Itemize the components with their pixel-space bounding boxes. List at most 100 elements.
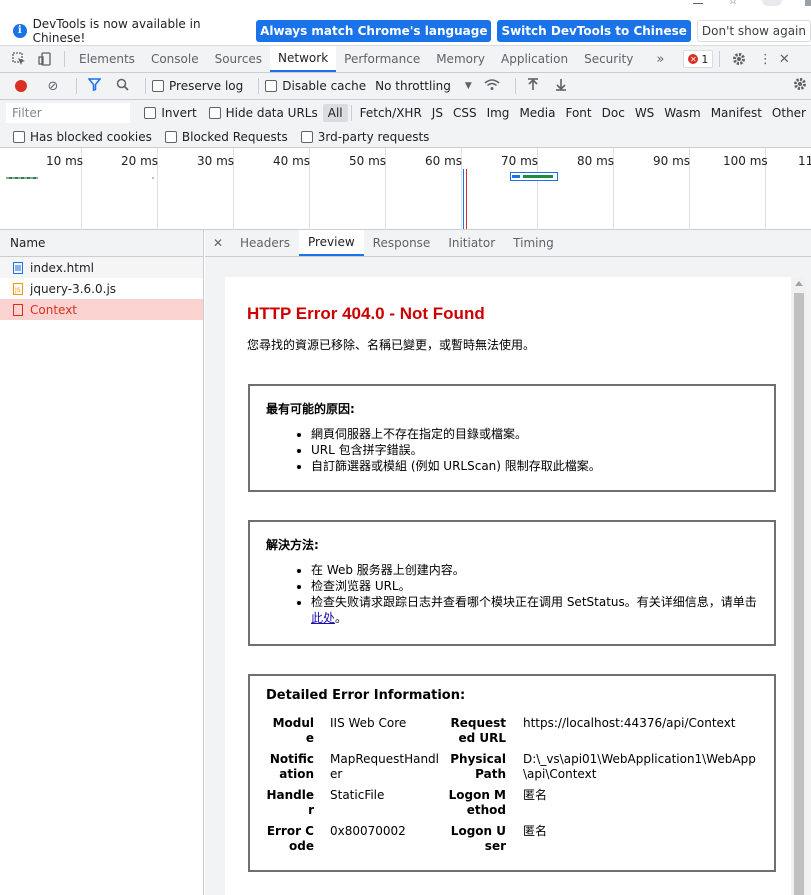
type-filter-doc[interactable]: Doc [597, 104, 630, 122]
detail-key-notification: Notification [269, 752, 314, 781]
type-filter-img[interactable]: Img [482, 104, 515, 122]
type-filter-all[interactable]: All [322, 104, 348, 122]
checkbox-box[interactable] [265, 80, 278, 92]
request-row-selected[interactable]: Context [0, 299, 203, 320]
settings-gear-icon[interactable] [726, 46, 752, 72]
import-har-icon[interactable] [522, 77, 544, 95]
type-filter-other[interactable]: Other [767, 104, 811, 122]
profile-icon[interactable] [762, 0, 782, 6]
error-count-badge[interactable]: ✕ 1 [683, 50, 714, 68]
tab-console[interactable]: Console [143, 46, 207, 72]
request-bar [510, 172, 558, 181]
menu-icon[interactable] [805, 0, 811, 6]
svg-text:JS: JS [14, 287, 21, 294]
type-filter-font[interactable]: Font [560, 104, 596, 122]
detail-value-physical-path: D:\_vs\api01\WebApplication1\WebApp\api\… [523, 752, 756, 781]
open-icon[interactable] [693, 0, 703, 4]
dont-show-again-button[interactable]: Don't show again [696, 19, 811, 42]
star-icon[interactable]: ☆ [728, 0, 738, 7]
request-name: Context [30, 302, 78, 317]
tab-performance[interactable]: Performance [336, 46, 428, 72]
tab-elements[interactable]: Elements [71, 46, 143, 72]
tab-preview[interactable]: Preview [298, 230, 364, 256]
preserve-log-checkbox[interactable]: Preserve log [152, 79, 243, 93]
filter-icon[interactable] [83, 77, 105, 95]
tab-initiator[interactable]: Initiator [439, 230, 504, 256]
more-tabs-icon[interactable]: » [647, 46, 673, 72]
request-row[interactable]: index.html [0, 257, 203, 278]
tick-label: 30 ms [197, 154, 235, 168]
tab-sources[interactable]: Sources [207, 46, 270, 72]
clear-icon[interactable]: ⊘ [42, 79, 64, 94]
scroll-up-arrow-icon[interactable] [795, 281, 803, 286]
type-filter-ws[interactable]: WS [630, 104, 659, 122]
type-filter-media[interactable]: Media [514, 104, 560, 122]
scrollbar-thumb[interactable] [794, 293, 804, 895]
network-settings-icon[interactable] [789, 77, 811, 95]
request-name: jquery-3.6.0.js [30, 281, 117, 296]
network-overview[interactable]: 10 ms 20 ms 30 ms 40 ms 50 ms 60 ms 70 m… [0, 148, 811, 230]
type-filter-js[interactable]: JS [427, 104, 448, 122]
toolbar-separator [350, 105, 352, 121]
close-devtools-icon[interactable]: ✕ [778, 46, 790, 72]
search-icon[interactable] [111, 78, 133, 95]
close-detail-icon[interactable]: ✕ [205, 230, 231, 256]
details-link[interactable]: 此处 [311, 611, 335, 625]
tab-security[interactable]: Security [576, 46, 641, 72]
detail-key-error-code: Error Code [266, 824, 314, 853]
preview-panel: HTTP Error 404.0 - Not Found 您尋找的資源已移除、名… [205, 257, 811, 895]
request-bar [6, 177, 38, 179]
kebab-menu-icon[interactable]: ⋮ [752, 46, 778, 72]
tab-application[interactable]: Application [493, 46, 576, 72]
request-name: index.html [30, 260, 94, 275]
record-button[interactable] [15, 80, 27, 92]
disable-cache-checkbox[interactable]: Disable cache [265, 79, 366, 93]
browser-top-strip: ☆ [0, 0, 811, 16]
checkbox-box[interactable] [144, 107, 157, 119]
invert-checkbox[interactable]: Invert [144, 106, 197, 120]
hide-data-urls-checkbox[interactable]: Hide data URLs [208, 106, 318, 120]
checkbox-box[interactable] [164, 130, 177, 143]
detail-value-notification: MapRequestHandler [330, 752, 440, 781]
throttling-select[interactable]: No throttling ▼ [375, 79, 472, 93]
inspect-element-icon[interactable] [6, 46, 32, 72]
detail-value-logon-user: 匿名 [523, 824, 548, 838]
type-filter-fetch-xhr[interactable]: Fetch/XHR [355, 104, 427, 122]
device-toolbar-icon[interactable] [32, 46, 58, 72]
document-file-icon [13, 261, 23, 274]
detail-key-physical-path: Physical Path [450, 752, 506, 781]
tab-memory[interactable]: Memory [428, 46, 493, 72]
detail-value-module: IIS Web Core [330, 716, 407, 730]
blocked-requests-checkbox[interactable]: Blocked Requests [164, 130, 288, 144]
dom-content-loaded-line [463, 169, 464, 229]
tab-timing[interactable]: Timing [504, 230, 563, 256]
tick-label: 100 ms [723, 154, 768, 168]
toolbar-separator [76, 78, 77, 94]
type-filter-css[interactable]: CSS [448, 104, 482, 122]
detail-key-module: Module [272, 716, 314, 745]
checkbox-box[interactable] [152, 80, 164, 92]
request-row[interactable]: JS jquery-3.6.0.js [0, 278, 203, 299]
preserve-log-label: Preserve log [169, 79, 244, 93]
checkbox-box[interactable] [208, 107, 221, 119]
filter-input[interactable]: Filter [6, 103, 131, 123]
has-blocked-cookies-checkbox[interactable]: Has blocked cookies [13, 130, 152, 144]
detail-value-handler: StaticFile [330, 788, 385, 802]
third-party-checkbox[interactable]: 3rd-party requests [300, 130, 429, 144]
tab-headers[interactable]: Headers [231, 230, 299, 256]
match-language-button[interactable]: Always match Chrome's language [256, 19, 492, 42]
export-har-icon[interactable] [550, 78, 572, 95]
name-column-header[interactable]: Name [0, 230, 203, 257]
type-filter-manifest[interactable]: Manifest [706, 104, 767, 122]
cause-item: URL 包含拼字錯誤。 [311, 442, 760, 458]
tick-label: 20 ms [121, 154, 159, 168]
network-conditions-icon[interactable] [481, 78, 503, 95]
error-file-icon [13, 303, 23, 316]
checkbox-box[interactable] [300, 130, 313, 143]
tab-network[interactable]: Network [270, 46, 337, 72]
type-filter-wasm[interactable]: Wasm [659, 104, 705, 122]
switch-language-button[interactable]: Switch DevTools to Chinese [497, 19, 691, 42]
checkbox-box[interactable] [13, 130, 25, 143]
language-infobar: i DevTools is now available in Chinese! … [0, 16, 811, 46]
tab-response[interactable]: Response [364, 230, 440, 256]
